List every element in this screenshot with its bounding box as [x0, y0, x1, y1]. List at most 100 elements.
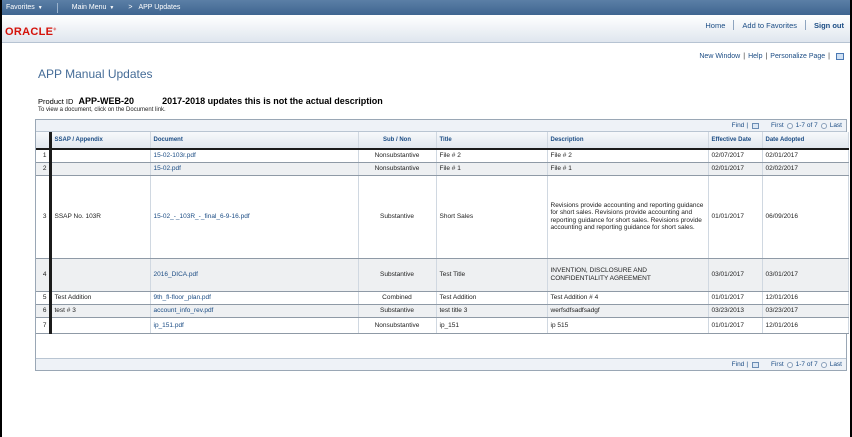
product-description: 2017-2018 updates this is not the actual…: [162, 96, 383, 106]
row-number: 1: [36, 149, 52, 163]
date-adopted-cell: 12/01/2016: [762, 291, 849, 305]
document-link[interactable]: 15-02_-_103R_-_final_6-9-16.pdf: [150, 175, 359, 259]
column-header-effective-date[interactable]: Effective Date: [708, 132, 763, 150]
oracle-logo: ORACLE®: [5, 26, 57, 38]
download-icon[interactable]: [752, 122, 760, 129]
column-header-document[interactable]: Document: [150, 132, 359, 150]
first-link[interactable]: First: [771, 122, 784, 129]
ssap-cell: SSAP No. 103R: [50, 175, 151, 259]
previous-arrow-icon[interactable]: [786, 122, 793, 129]
ssap-cell: [50, 258, 151, 292]
grid-footer-toolbar: Find | First 1-7 of 7 Last: [36, 358, 846, 370]
table-row: 4 2016_DICA.pdf Substantive Test Title I…: [36, 258, 849, 292]
divider: [733, 20, 735, 30]
row-number: 5: [36, 291, 52, 305]
row-count: 1-7 of 7: [795, 122, 818, 129]
description-cell: ip 515: [547, 317, 709, 334]
product-info: Product ID APP-WEB-20 2017-2018 updates …: [38, 96, 383, 106]
column-header-description[interactable]: Description: [547, 132, 709, 150]
row-count: 1-7 of 7: [795, 361, 818, 368]
find-link[interactable]: Find: [732, 122, 745, 129]
first-link[interactable]: First: [771, 361, 784, 368]
document-link[interactable]: 15-02.pdf: [150, 162, 359, 176]
ssap-cell: [50, 149, 151, 163]
grid-settings-icon[interactable]: [836, 53, 844, 60]
description-cell: INVENTION, DISCLOSURE AND CONFIDENTIALIT…: [547, 258, 709, 292]
favorites-menu[interactable]: Favorites ▼: [6, 4, 43, 11]
column-header-ssap[interactable]: SSAP / Appendix: [50, 132, 151, 150]
table-row: 1 15-02-103r.pdf Nonsubstantive File # 2…: [36, 149, 849, 163]
document-link[interactable]: 15-02-103r.pdf: [150, 149, 359, 163]
next-arrow-icon[interactable]: [820, 122, 827, 129]
table-row: 3 SSAP No. 103R 15-02_-_103R_-_final_6-9…: [36, 175, 849, 259]
updates-grid: Find | First 1-7 of 7 Last SSAP / Append…: [35, 119, 849, 371]
caret-down-icon: ▼: [109, 4, 115, 11]
previous-arrow-icon[interactable]: [786, 361, 793, 368]
next-arrow-icon[interactable]: [820, 361, 827, 368]
description-cell: Revisions provide accounting and reporti…: [547, 175, 709, 259]
table-header-row: SSAP / Appendix Document Sub / Non Title…: [36, 132, 849, 150]
title-cell: File # 2: [436, 149, 548, 163]
page-utility-links: New Window | Help | Personalize Page |: [699, 53, 844, 60]
personalize-page-link[interactable]: Personalize Page: [770, 53, 825, 60]
last-link[interactable]: Last: [830, 122, 842, 129]
help-link[interactable]: Help: [748, 53, 762, 60]
effective-date-cell: 01/01/2017: [708, 317, 763, 334]
last-link[interactable]: Last: [830, 361, 842, 368]
row-number: 7: [36, 317, 52, 334]
add-to-favorites-link[interactable]: Add to Favorites: [742, 21, 797, 30]
title-cell: Test Title: [436, 258, 548, 292]
effective-date-cell: 02/01/2017: [708, 162, 763, 176]
document-link[interactable]: 9th_fl-floor_plan.pdf: [150, 291, 359, 305]
product-id-value: APP-WEB-20: [78, 96, 135, 106]
effective-date-cell: 03/23/2013: [708, 304, 763, 318]
date-adopted-cell: 03/01/2017: [762, 258, 849, 292]
effective-date-cell: 02/07/2017: [708, 149, 763, 163]
app-window: Favorites ▼ Main Menu ▼ > APP Updates OR…: [0, 0, 852, 437]
sub-non-cell: Substantive: [358, 258, 437, 292]
date-adopted-cell: 02/01/2017: [762, 149, 849, 163]
sign-out-link[interactable]: Sign out: [814, 21, 844, 30]
main-menu[interactable]: Main Menu ▼: [72, 4, 115, 11]
home-link[interactable]: Home: [705, 21, 725, 30]
sub-non-cell: Nonsubstantive: [358, 149, 437, 163]
date-adopted-cell: 03/23/2017: [762, 304, 849, 318]
column-header-date-adopted[interactable]: Date Adopted: [762, 132, 849, 150]
instructions-text: To view a document, click on the Documen…: [38, 107, 166, 113]
sub-non-cell: Combined: [358, 291, 437, 305]
page-title: APP Manual Updates: [38, 67, 153, 81]
effective-date-cell: 01/01/2017: [708, 175, 763, 259]
column-header-sub-non[interactable]: Sub / Non: [358, 132, 437, 150]
date-adopted-cell: 12/01/2016: [762, 317, 849, 334]
sub-non-cell: Nonsubstantive: [358, 317, 437, 334]
download-icon[interactable]: [752, 361, 760, 368]
description-cell: File # 2: [547, 149, 709, 163]
breadcrumb-current[interactable]: APP Updates: [138, 4, 180, 11]
updates-table: SSAP / Appendix Document Sub / Non Title…: [36, 132, 849, 334]
table-row: 2 15-02.pdf Nonsubstantive File # 1 File…: [36, 162, 849, 176]
description-cell: File # 1: [547, 162, 709, 176]
date-adopted-cell: 02/02/2017: [762, 162, 849, 176]
ssap-cell: Test Addition: [50, 291, 151, 305]
new-window-link[interactable]: New Window: [699, 53, 740, 60]
effective-date-cell: 01/01/2017: [708, 291, 763, 305]
document-link[interactable]: ip_151.pdf: [150, 317, 359, 334]
row-number: 2: [36, 162, 52, 176]
favorites-label: Favorites: [6, 4, 35, 11]
nav-divider: [56, 2, 58, 13]
document-link[interactable]: account_info_rev.pdf: [150, 304, 359, 318]
find-link[interactable]: Find: [732, 361, 745, 368]
sub-non-cell: Nonsubstantive: [358, 162, 437, 176]
table-row: 5 Test Addition 9th_fl-floor_plan.pdf Co…: [36, 291, 849, 305]
breadcrumb-separator-icon: >: [128, 4, 133, 11]
ssap-cell: test # 3: [50, 304, 151, 318]
sub-non-cell: Substantive: [358, 304, 437, 318]
document-link[interactable]: 2016_DICA.pdf: [150, 258, 359, 292]
row-number: 6: [36, 304, 52, 318]
top-nav-bar: Favorites ▼ Main Menu ▼ > APP Updates: [2, 0, 850, 15]
ssap-cell: [50, 162, 151, 176]
row-number-header: [36, 132, 52, 150]
row-number: 3: [36, 175, 52, 259]
title-cell: Test Addition: [436, 291, 548, 305]
column-header-title[interactable]: Title: [436, 132, 548, 150]
